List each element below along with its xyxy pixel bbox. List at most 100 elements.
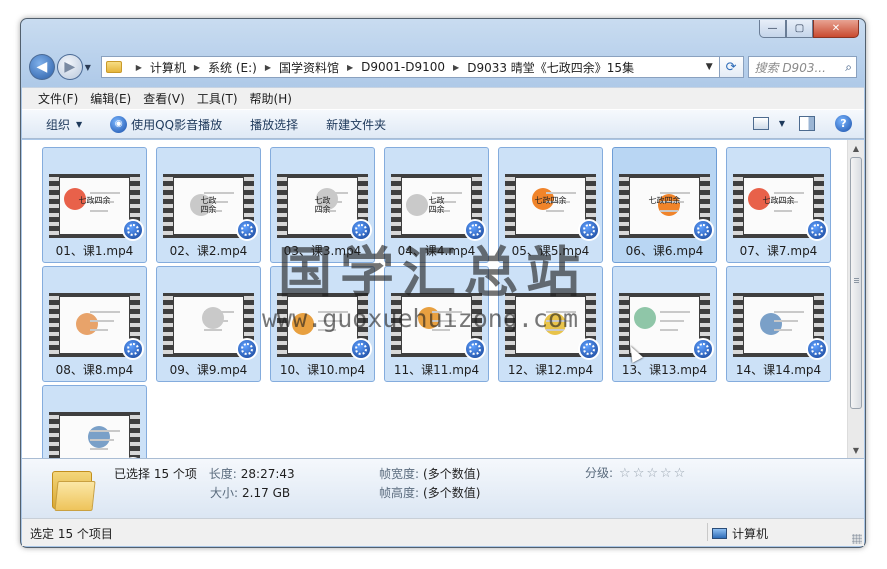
chevron-right-icon[interactable]: ▶	[453, 63, 459, 72]
play-with-qq-label: 使用QQ影音播放	[131, 117, 223, 132]
back-button[interactable]: ◀	[29, 54, 55, 80]
scrollbar-thumb[interactable]	[850, 157, 862, 409]
search-input[interactable]: 搜索 D903... ⌕	[747, 56, 857, 78]
command-toolbar: 组织 ▼ ◉ 使用QQ影音播放 播放选择 新建文件夹 ▼ ?	[22, 109, 864, 139]
breadcrumb-range[interactable]: D9001-D9100	[361, 60, 445, 74]
file-name: 14、课14.mp4	[735, 363, 822, 377]
menu-help[interactable]: 帮助(H)	[250, 90, 292, 107]
vertical-scrollbar[interactable]: ▲ ▼	[847, 140, 864, 458]
size-row: 大小: 2.17 GB	[210, 484, 290, 501]
qq-video-icon	[692, 219, 714, 241]
qq-video-icon	[350, 219, 372, 241]
change-view-icon[interactable]	[752, 117, 769, 130]
computer-icon	[712, 528, 727, 539]
file-item[interactable]: 七政 四余 02、课2.mp4	[156, 147, 261, 263]
file-item[interactable]: 14、课14.mp4	[726, 266, 831, 382]
file-list-area[interactable]: 七政四余 01、课1.mp4 七政 四余 02、课2.mp4 七政 四余 03、课3.mp…	[22, 140, 864, 458]
frame-height-value: (多个数值)	[423, 486, 481, 500]
address-dropdown-icon[interactable]: ▼	[706, 62, 713, 72]
file-item[interactable]: 11、课11.mp4	[384, 266, 489, 382]
file-item[interactable]: 08、课8.mp4	[42, 266, 147, 382]
qq-video-icon	[578, 219, 600, 241]
file-item[interactable]: 15、课15.mp4	[42, 385, 147, 458]
minimize-button[interactable]: —	[759, 20, 786, 38]
search-icon[interactable]: ⌕	[845, 60, 852, 75]
file-name: 05、课5.mp4	[511, 244, 590, 258]
size-value: 2.17 GB	[242, 486, 291, 500]
status-selection-text: 选定 15 个项目	[30, 527, 113, 541]
file-item[interactable]: 七政四余 01、课1.mp4	[42, 147, 147, 263]
qq-player-icon: ◉	[110, 115, 128, 133]
frame-height-label: 帧高度:	[379, 486, 420, 500]
chevron-right-icon[interactable]: ▶	[347, 63, 353, 72]
menu-edit[interactable]: 编辑(E)	[90, 90, 131, 107]
scroll-down-arrow-icon[interactable]: ▼	[848, 442, 864, 458]
help-icon[interactable]: ?	[835, 115, 852, 132]
preview-pane-icon[interactable]	[799, 116, 815, 131]
thumbnail-title: 七政 四余	[200, 196, 217, 214]
details-pane: 已选择 15 个项 长度: 28:27:43 大小: 2.17 GB 帧宽度: (多个…	[22, 458, 864, 518]
frame-width-label: 帧宽度:	[379, 467, 420, 481]
scroll-up-arrow-icon[interactable]: ▲	[848, 140, 864, 156]
file-item[interactable]: 13、课13.mp4	[612, 266, 717, 382]
recent-pages-dropdown-icon[interactable]: ▼	[85, 63, 97, 72]
status-location-label: 计算机	[732, 527, 769, 541]
file-item[interactable]: 七政四余 07、课7.mp4	[726, 147, 831, 263]
rating-row: 分级: ☆☆☆☆☆	[585, 464, 687, 481]
status-divider	[707, 523, 708, 541]
maximize-button[interactable]: ▢	[786, 20, 813, 38]
chevron-right-icon[interactable]: ▶	[136, 63, 142, 72]
file-name: 10、课10.mp4	[279, 363, 366, 377]
forward-button[interactable]: ▶	[56, 54, 83, 80]
view-options-dropdown-icon[interactable]: ▼	[779, 119, 785, 128]
file-name: 12、课12.mp4	[507, 363, 594, 377]
address-bar[interactable]: ▶ 计算机 ▶ 系统 (E:) ▶ 国学资料馆 ▶ D9001-D9100 ▶ …	[100, 56, 720, 78]
caret-down-icon: ▼	[76, 119, 83, 129]
chevron-right-icon[interactable]: ▶	[265, 63, 271, 72]
qq-video-icon	[122, 338, 144, 360]
qq-video-icon	[236, 338, 258, 360]
frame-width-value: (多个数值)	[423, 467, 481, 481]
refresh-button[interactable]: ⟳	[719, 56, 744, 78]
file-item[interactable]: 七政四余 05、课5.mp4	[498, 147, 603, 263]
breadcrumb-library[interactable]: 国学资料馆	[279, 59, 339, 76]
menu-file[interactable]: 文件(F)	[38, 90, 78, 107]
file-name: 02、课2.mp4	[169, 244, 248, 258]
breadcrumb-drive[interactable]: 系统 (E:)	[208, 59, 257, 76]
chevron-right-icon[interactable]: ▶	[194, 63, 200, 72]
thumbnail-title: 七政四余	[534, 196, 567, 205]
file-item[interactable]: 七政 四余 04、课4.mp4	[384, 147, 489, 263]
file-item[interactable]: 七政 四余 03、课3.mp4	[270, 147, 375, 263]
new-folder-button[interactable]: 新建文件夹	[326, 116, 386, 133]
navigation-bar: ◀ ▶ ▼ ▶ 计算机 ▶ 系统 (E:) ▶ 国学资料馆 ▶ D9001-D9…	[29, 52, 857, 82]
close-button[interactable]: ✕	[813, 20, 859, 38]
file-name: 03、课3.mp4	[283, 244, 362, 258]
thumbnail-title: 七政四余	[648, 196, 681, 205]
breadcrumb-current-folder[interactable]: D9033 晴堂《七政四余》15集	[467, 59, 634, 76]
new-folder-label: 新建文件夹	[326, 117, 387, 132]
breadcrumb-computer[interactable]: 计算机	[150, 59, 186, 76]
rating-label: 分级:	[585, 466, 614, 480]
file-item[interactable]: 10、课10.mp4	[270, 266, 375, 382]
status-location: 计算机	[712, 525, 768, 542]
folder-icon	[105, 61, 122, 73]
file-item[interactable]: 12、课12.mp4	[498, 266, 603, 382]
qq-video-icon	[122, 219, 144, 241]
thumbnail-title: 七政 四余	[314, 196, 331, 214]
file-name: 08、课8.mp4	[55, 363, 134, 377]
play-with-qq-button[interactable]: ◉ 使用QQ影音播放	[110, 115, 223, 133]
file-item[interactable]: 09、课9.mp4	[156, 266, 261, 382]
video-thumbnail	[49, 412, 140, 458]
resize-grip[interactable]	[852, 534, 862, 544]
search-placeholder: 搜索 D903...	[754, 60, 826, 75]
organize-button[interactable]: 组织 ▼	[46, 116, 82, 133]
file-item[interactable]: 七政四余 06、课6.mp4	[612, 147, 717, 263]
file-name: 09、课9.mp4	[169, 363, 248, 377]
rating-stars-icon[interactable]: ☆☆☆☆☆	[619, 466, 687, 481]
menu-view[interactable]: 查看(V)	[143, 90, 185, 107]
play-selection-button[interactable]: 播放选择	[250, 116, 298, 133]
selected-count: 已选择 15 个项	[114, 467, 197, 481]
qq-video-icon	[692, 338, 714, 360]
menu-tools[interactable]: 工具(T)	[197, 90, 238, 107]
qq-video-icon	[806, 219, 828, 241]
